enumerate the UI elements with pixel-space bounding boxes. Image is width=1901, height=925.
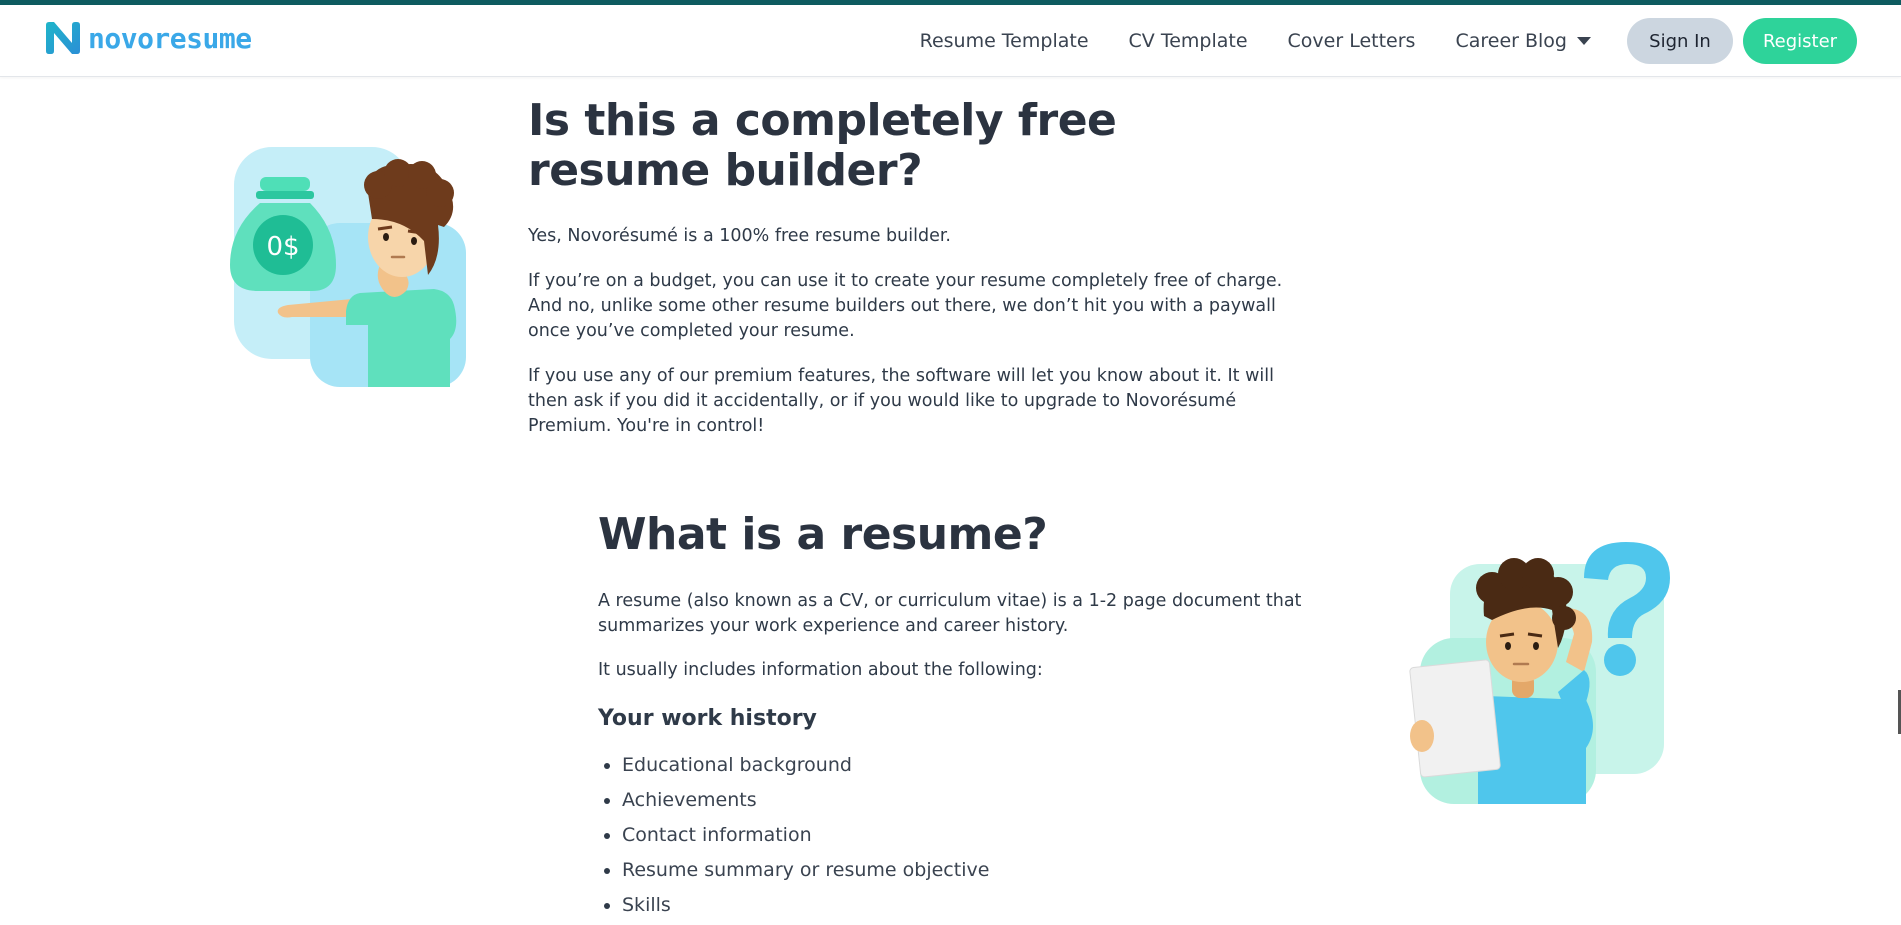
sign-in-button[interactable]: Sign In — [1627, 18, 1733, 64]
logo[interactable]: novoresume — [44, 21, 252, 55]
what-is-resume-paragraph-1: A resume (also known as a CV, or curricu… — [598, 591, 1302, 636]
list-item: Achievements — [598, 783, 989, 818]
list-item: Resume summary or resume objective — [598, 853, 989, 888]
money-bag-woman-illustration: 0$ — [230, 147, 466, 387]
novoresume-logo-icon — [46, 22, 80, 54]
list-item: Educational background — [598, 748, 989, 783]
nav-career-blog[interactable]: Career Blog — [1455, 30, 1591, 52]
site-header: novoresume Resume Template CV Template C… — [0, 5, 1901, 77]
nav-cv-template[interactable]: CV Template — [1129, 30, 1248, 52]
work-history-subheading: Your work history — [598, 706, 817, 731]
resume-contents-list: Educational background Achievements Cont… — [598, 748, 989, 923]
register-button[interactable]: Register — [1743, 18, 1857, 64]
what-is-resume-title: What is a resume? — [598, 509, 1048, 560]
list-item: Contact information — [598, 818, 989, 853]
nav-resume-template[interactable]: Resume Template — [920, 30, 1089, 52]
logo-text: novoresume — [88, 21, 252, 55]
nav-career-blog-label: Career Blog — [1455, 30, 1567, 52]
confused-man-question-illustration — [1409, 542, 1670, 804]
faq-free-paragraph-3: If you use any of our premium features, … — [528, 366, 1275, 436]
caret-down-icon — [1577, 37, 1591, 45]
what-is-resume-paragraph-2: It usually includes information about th… — [598, 660, 1043, 680]
faq-free-paragraph-1: Yes, Novorésumé is a 100% free resume bu… — [528, 226, 951, 246]
list-item: Skills — [598, 888, 989, 923]
main-nav: Resume Template CV Template Cover Letter… — [880, 18, 1857, 64]
money-bag-label: 0$ — [266, 232, 299, 262]
faq-free-paragraph-2: If you’re on a budget, you can use it to… — [528, 271, 1283, 341]
nav-cover-letters[interactable]: Cover Letters — [1288, 30, 1416, 52]
faq-free-title: Is this a completely free resume builder… — [528, 95, 1117, 196]
